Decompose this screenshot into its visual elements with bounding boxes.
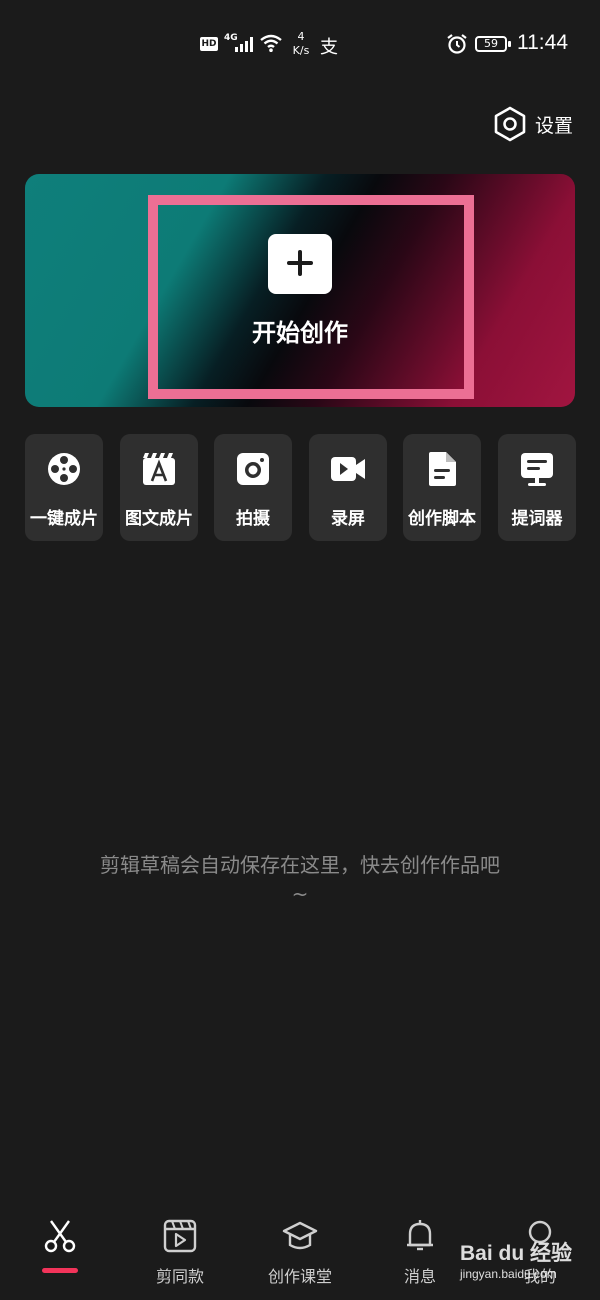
tool-screen-record[interactable]: 录屏 [309,434,387,541]
nav-messages[interactable]: 消息 [365,1212,475,1292]
bell-icon [407,1220,433,1251]
tool-label: 图文成片 [125,509,193,529]
video-record-icon [331,457,365,481]
speed-unit: K/s [292,44,310,57]
empty-drafts-message: 剪辑草稿会自动保存在这里，快去创作作品吧~ [100,853,500,906]
wifi-icon [260,34,282,52]
tool-teleprompter[interactable]: 提词器 [498,434,576,541]
nav-label: 剪同款 [155,1267,204,1286]
nav-templates[interactable]: 剪同款 [125,1212,235,1292]
clapper-text-icon [143,453,175,485]
tool-label: 创作脚本 [408,509,476,529]
graduation-cap-icon [282,1221,318,1250]
nav-label: 消息 [403,1267,436,1286]
baidu-watermark: Bai du 经验 jingyan.baidu.com [460,1237,600,1295]
tool-shoot[interactable]: 拍摄 [214,434,292,541]
nav-label: 创作课堂 [267,1267,332,1286]
speed-value: 4 [297,30,305,43]
status-bar: HD 4G 4 K/s 支 59 11:44 [0,0,600,90]
alipay-icon: 支 [320,37,338,58]
plus-vertical [298,250,302,276]
battery-tip [508,41,511,47]
hd-badge: HD [200,37,218,51]
tool-label: 一键成片 [30,509,98,529]
watermark-main: Bai du 经验 [460,1242,573,1265]
tool-label: 拍摄 [236,509,270,529]
network-speed: 4 K/s [289,30,313,58]
watermark-url: jingyan.baidu.com [460,1267,557,1281]
template-play-icon [163,1219,197,1253]
settings-hexagon-icon [494,106,526,142]
tool-one-click-video[interactable]: 一键成片 [25,434,103,541]
settings-label: 设置 [535,114,574,137]
film-reel-icon [48,453,80,485]
camera-icon [237,453,269,485]
battery-icon: 59 [475,36,507,52]
highlight-frame [148,195,474,399]
alarm-icon [447,34,467,54]
start-creation-label: 开始创作 [252,319,348,347]
settings-button[interactable]: 设置 [493,104,573,144]
scissors-icon [44,1220,76,1253]
tool-label: 录屏 [331,509,365,529]
script-document-icon [429,452,456,486]
teleprompter-icon [521,453,553,486]
active-tab-indicator [42,1268,78,1273]
nav-edit[interactable] [5,1212,115,1292]
clock: 11:44 [517,31,568,54]
tool-creation-script[interactable]: 创作脚本 [403,434,481,541]
tool-label: 提词器 [511,509,563,529]
tool-image-text-video[interactable]: 图文成片 [120,434,198,541]
signal-icon [235,37,253,52]
nav-creation-class[interactable]: 创作课堂 [245,1212,355,1292]
